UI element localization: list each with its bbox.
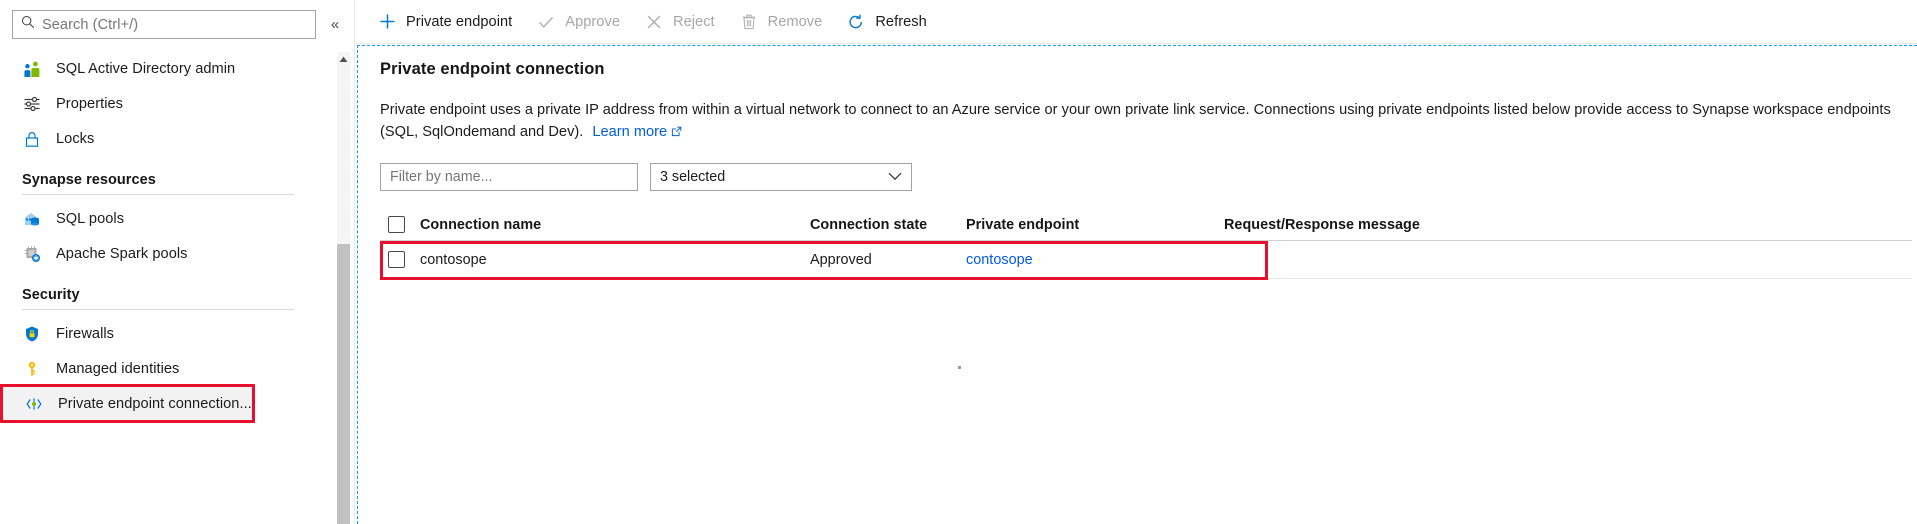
key-icon [22,359,42,379]
sidebar-item-label: SQL Active Directory admin [56,61,235,77]
row-checkbox[interactable] [388,251,405,268]
button-label: Approve [565,14,620,30]
properties-sliders-icon [22,94,42,114]
connections-table: Connection name Connection state Private… [380,209,1912,279]
sidebar-item-label: Apache Spark pools [56,246,188,262]
scroll-up-arrow-icon[interactable] [337,52,350,67]
sql-ad-admin-icon [22,59,42,79]
sidebar-section-synapse-resources: Synapse resources [0,156,354,195]
sidebar-item-private-endpoint-connections[interactable]: Private endpoint connection... [2,386,253,421]
sidebar-item-firewalls[interactable]: Firewalls [0,316,354,351]
trash-icon [739,12,759,32]
cell-connection-name: contosope [420,252,810,268]
button-label: Reject [673,14,715,30]
sidebar-section-title: Security [22,287,332,309]
learn-more-label: Learn more [592,124,667,140]
sidebar-item-properties[interactable]: Properties [0,86,354,121]
sidebar-search-row: Search (Ctrl+/) « [0,0,354,47]
reject-button[interactable]: Reject [640,6,729,38]
check-icon [536,12,556,32]
pane-description: Private endpoint uses a private IP addre… [380,99,1910,143]
sidebar-section-title: Synapse resources [22,172,332,194]
button-label: Remove [768,14,823,30]
filter-bar: Filter by name... 3 selected [380,163,1917,191]
connection-state-select[interactable]: 3 selected [650,163,912,191]
private-endpoint-button[interactable]: Private endpoint [373,6,526,38]
spark-pools-icon [22,244,42,264]
remove-button[interactable]: Remove [735,6,837,38]
table-header-row: Connection name Connection state Private… [380,209,1912,241]
sidebar-item-locks[interactable]: Locks [0,121,354,156]
private-endpoint-connection-pane: Private endpoint connection Private endp… [357,45,1917,524]
stray-dot-mark [958,366,961,369]
select-all-checkbox[interactable] [388,216,405,233]
cell-private-endpoint-link[interactable]: contosope [966,252,1224,268]
learn-more-link[interactable]: Learn more [592,124,682,140]
sidebar-item-label: Private endpoint connection... [58,396,252,412]
button-label: Private endpoint [406,14,512,30]
sidebar-nav-list: SQL Active Directory admin Properties [0,47,354,421]
column-header-connection-name[interactable]: Connection name [420,217,810,233]
sidebar-item-managed-identities[interactable]: Managed identities [0,351,354,386]
row-checkbox-cell [380,251,420,268]
sidebar-item-sql-pools[interactable]: SQL pools [0,201,354,236]
select-value-text: 3 selected [660,169,725,185]
chevron-down-icon [888,169,902,185]
button-label: Refresh [875,14,926,30]
collapse-sidebar-icon[interactable]: « [324,14,346,36]
sidebar-section-security: Security [0,271,354,310]
sidebar-item-apache-spark-pools[interactable]: Apache Spark pools [0,236,354,271]
search-icon [21,15,35,34]
sidebar-item-label: Managed identities [56,361,179,377]
sidebar-item-sql-active-directory-admin[interactable]: SQL Active Directory admin [0,51,354,86]
approve-button[interactable]: Approve [532,6,634,38]
select-all-checkbox-cell [380,216,420,233]
page-title: Private endpoint connection [380,60,1917,79]
external-link-icon [671,125,682,141]
cell-connection-state: Approved [810,252,966,268]
refresh-button[interactable]: Refresh [842,6,940,38]
description-line-1: Private endpoint uses a private IP addre… [380,102,1622,118]
scrollbar-thumb[interactable] [337,244,350,524]
resource-menu-sidebar: Search (Ctrl+/) « SQL Active Directory a… [0,0,355,524]
filter-placeholder-text: Filter by name... [390,169,493,185]
table-row[interactable]: contosope Approved contosope [380,241,1912,279]
command-toolbar: Private endpoint Approve Reject [355,0,1917,44]
refresh-icon [846,12,866,32]
plus-icon [377,12,397,32]
sidebar-item-label: SQL pools [56,211,124,227]
sidebar-item-label: Properties [56,96,123,112]
filter-by-name-input[interactable]: Filter by name... [380,163,638,191]
shield-firewall-icon [22,324,42,344]
search-input[interactable]: Search (Ctrl+/) [12,10,316,39]
x-icon [644,12,664,32]
search-placeholder-text: Search (Ctrl+/) [42,17,138,33]
column-header-connection-state[interactable]: Connection state [810,217,966,233]
sidebar-scrollbar[interactable] [337,52,350,524]
column-header-private-endpoint[interactable]: Private endpoint [966,217,1224,233]
lock-icon [22,129,42,149]
private-endpoint-icon [24,394,44,414]
azure-portal-screen: Search (Ctrl+/) « SQL Active Directory a… [0,0,1917,524]
sql-pools-icon [22,209,42,229]
section-divider [22,194,294,195]
sidebar-item-label: Firewalls [56,326,114,342]
column-header-request-response-message[interactable]: Request/Response message [1224,217,1912,233]
main-content-area: Private endpoint Approve Reject [355,0,1917,524]
sidebar-item-label: Locks [56,131,94,147]
section-divider [22,309,294,310]
